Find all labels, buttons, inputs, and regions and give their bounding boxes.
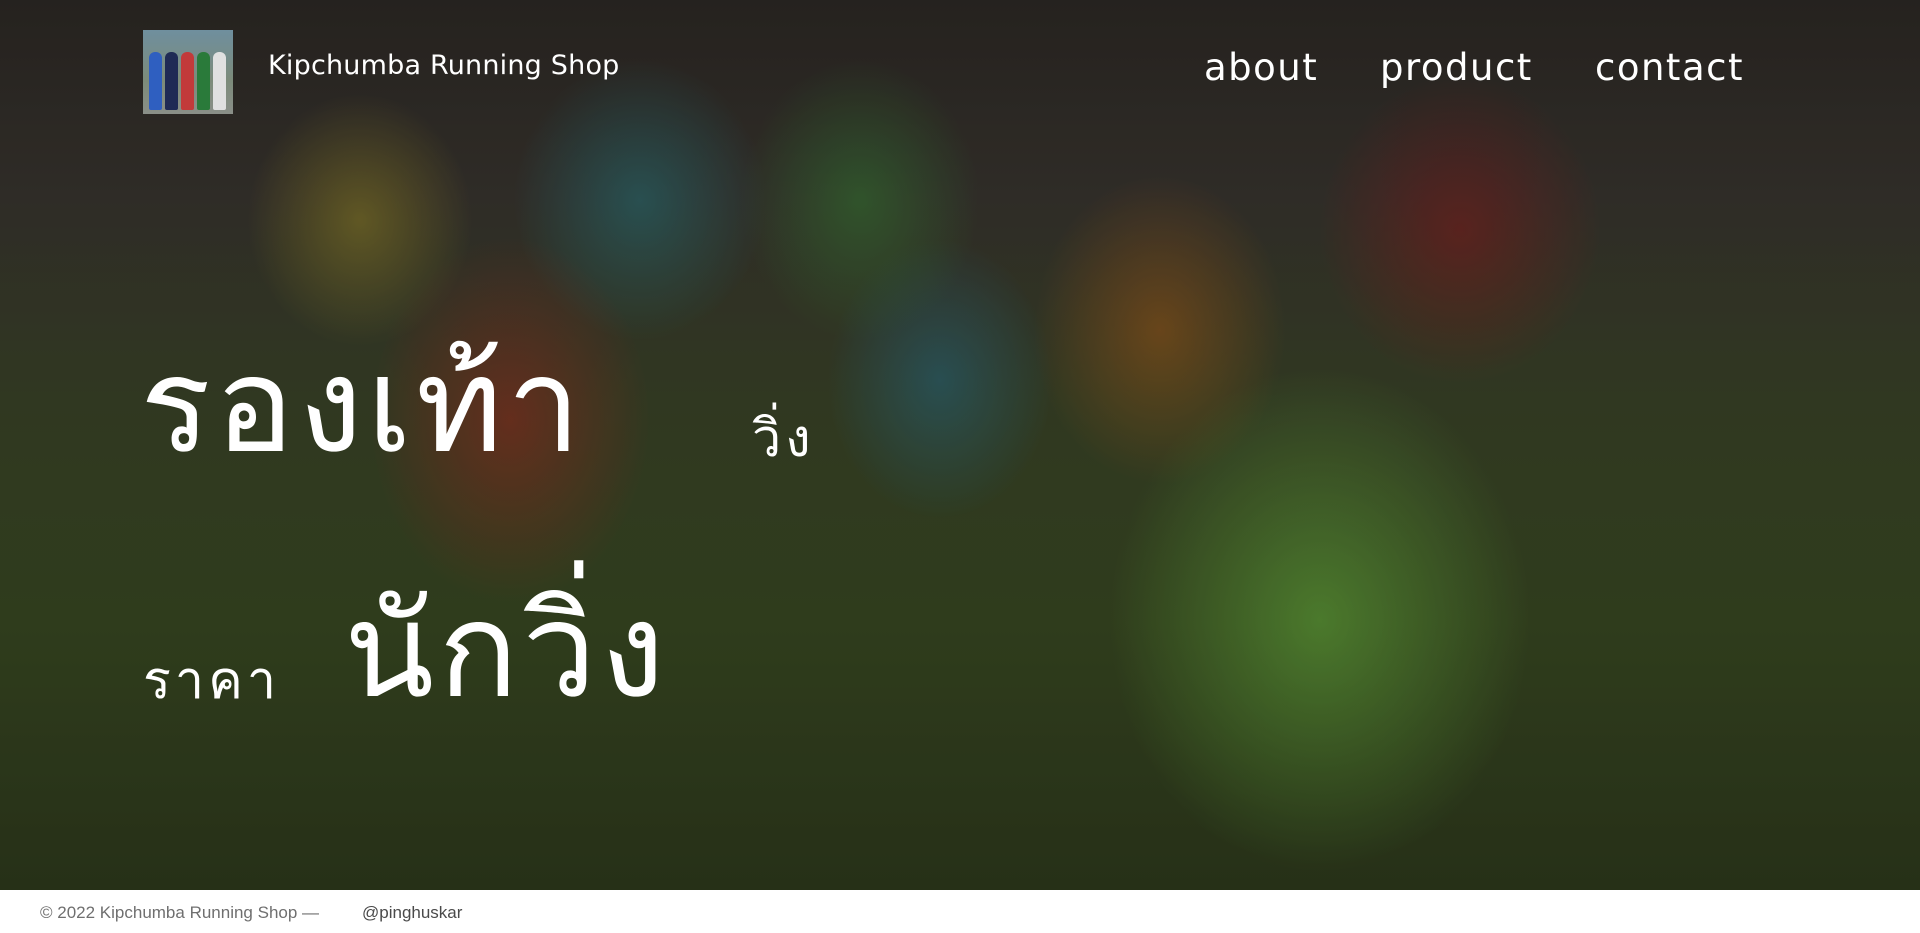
shop-name[interactable]: Kipchumba Running Shop <box>268 50 620 81</box>
nav-product-link[interactable]: product <box>1380 46 1533 89</box>
shop-logo[interactable] <box>143 30 233 114</box>
footer-copyright: © 2022 Kipchumba Running Shop — <box>40 903 320 922</box>
hero-title-price: ราคา <box>143 651 281 711</box>
hero-title-running: วิ่ง <box>752 409 815 469</box>
nav-about-link[interactable]: about <box>1204 46 1318 89</box>
footer: © 2022 Kipchumba Running Shop — @pinghus… <box>0 890 1920 933</box>
hero-title-shoes: รองเท้า <box>140 329 585 483</box>
nav-contact-link[interactable]: contact <box>1595 46 1744 89</box>
footer-handle-link[interactable]: @pinghuskar <box>362 903 462 923</box>
hero-title-runner: นักวิ่ง <box>344 574 669 728</box>
